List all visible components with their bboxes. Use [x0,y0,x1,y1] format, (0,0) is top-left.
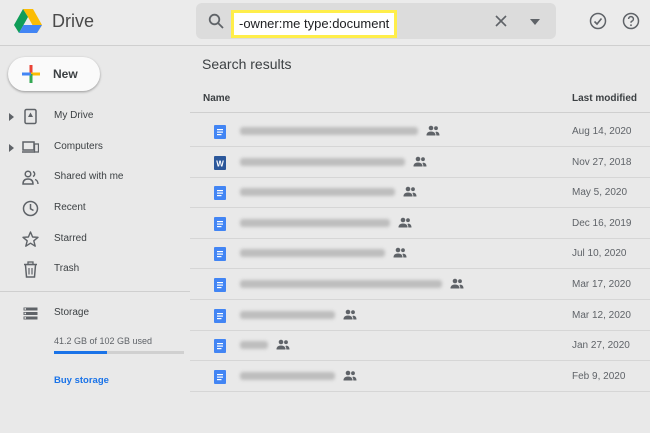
file-name-redacted[interactable] [240,188,395,197]
table-row[interactable]: Dec 16, 2019 [190,208,650,239]
google-doc-icon [214,278,226,292]
sidebar-item-shared-with-me[interactable]: Shared with me [0,167,190,189]
shared-people-icon [413,156,427,167]
shared-people-icon [343,309,357,320]
shared-people-icon [398,217,412,228]
sidebar-item-label: Shared with me [54,171,124,182]
search-icon[interactable] [208,13,224,29]
shared-people-icon [276,339,290,350]
shared-people-icon [426,125,440,136]
storage-usage-bar [54,351,184,354]
sidebar-item-label: Computers [54,141,103,152]
offline-ready-icon[interactable] [589,12,607,30]
sidebar-item-label: My Drive [54,110,94,121]
last-modified-date: Aug 14, 2020 [572,126,632,137]
search-input[interactable]: -owner:me type:document [231,10,398,38]
sidebar-item-trash[interactable]: Trash [0,259,190,281]
last-modified-date: Dec 16, 2019 [572,217,632,229]
file-name-redacted[interactable] [240,341,268,350]
sidebar-item-my-drive[interactable]: My Drive [0,106,190,128]
google-doc-icon [214,186,226,201]
plus-icon [22,65,40,83]
expand-arrow-icon[interactable] [9,113,14,121]
table-row[interactable]: Feb 9, 2020 [190,361,650,392]
table-row[interactable]: Aug 14, 2020 [190,116,650,147]
google-doc-icon [214,339,226,354]
my-drive-icon [24,108,37,125]
file-name-redacted[interactable] [240,127,418,135]
shared-people-icon [403,186,417,197]
google-doc-icon [214,369,226,384]
shared-people-icon [450,278,464,289]
last-modified-date: Jul 10, 2020 [572,248,627,260]
sidebar-item-label: Storage [54,307,90,318]
svg-text:W: W [216,159,224,168]
sidebar-item-storage[interactable]: Storage [0,303,190,325]
shared-people-icon [393,248,407,258]
last-modified-date: Mar 12, 2020 [572,309,631,321]
top-bar: Drive -owner:me type:document [0,0,650,46]
table-row[interactable]: Jul 10, 2020 [190,238,650,270]
drive-logo-icon[interactable] [14,8,42,34]
sidebar-item-computers[interactable]: Computers [0,137,190,159]
close-icon[interactable] [495,15,507,27]
table-header-divider [190,112,650,113]
file-name-redacted[interactable] [240,218,390,227]
app-title: Drive [52,11,95,31]
star-icon [22,231,39,247]
sidebar-item-starred[interactable]: Starred [0,229,190,251]
google-doc-icon [214,308,226,323]
column-header-last-modified[interactable]: Last modified [572,93,637,104]
column-header-name[interactable]: Name [203,93,230,104]
file-name-redacted[interactable] [240,371,335,380]
shared-people-icon [343,370,357,381]
computers-icon [22,141,39,153]
help-icon[interactable] [622,12,640,30]
table-row[interactable]: May 5, 2020 [190,177,650,209]
sidebar-item-recent[interactable]: Recent [0,198,190,220]
table-row[interactable]: Mar 12, 2020 [190,300,650,331]
search-bar[interactable]: -owner:me type:document [196,3,556,39]
file-name-redacted[interactable] [240,157,405,166]
storage-usage-fill [54,351,107,354]
last-modified-date: May 5, 2020 [572,187,628,199]
word-file-icon: W [214,155,226,170]
new-button-label: New [53,67,78,81]
sidebar-divider [0,291,190,292]
file-name-redacted[interactable] [240,249,385,258]
google-doc-icon [214,125,226,139]
last-modified-date: Mar 17, 2020 [572,279,631,290]
page-title: Search results [202,56,292,72]
clock-icon [22,200,39,217]
google-doc-icon [214,216,226,231]
sidebar-item-label: Recent [54,202,86,213]
last-modified-date: Feb 9, 2020 [572,370,626,382]
sidebar-item-label: Starred [54,233,87,244]
last-modified-date: Jan 27, 2020 [572,340,630,352]
new-button[interactable]: New [8,57,100,91]
shared-with-me-icon [22,170,39,185]
expand-arrow-icon[interactable] [9,144,14,152]
sidebar-item-label: Trash [54,263,80,274]
google-doc-icon [214,247,226,262]
file-name-redacted[interactable] [240,310,335,319]
table-row[interactable]: Jan 27, 2020 [190,330,650,362]
search-options-caret-icon[interactable] [530,19,540,25]
buy-storage-link[interactable]: Buy storage [54,375,109,386]
table-row[interactable]: W Nov 27, 2018 [190,147,650,178]
table-row[interactable]: Mar 17, 2020 [190,269,650,300]
storage-icon [23,307,38,320]
file-name-redacted[interactable] [240,280,442,288]
storage-usage-text: 41.2 GB of 102 GB used [54,336,153,346]
last-modified-date: Nov 27, 2018 [572,156,632,168]
trash-icon [24,261,37,278]
